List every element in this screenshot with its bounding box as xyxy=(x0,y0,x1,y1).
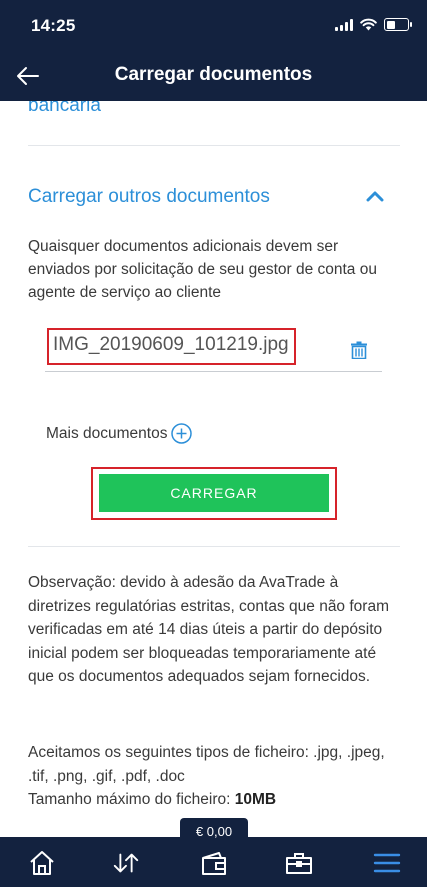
accordion-description: Quaisquer documentos adicionais devem se… xyxy=(28,238,377,301)
tab-home[interactable] xyxy=(27,849,57,877)
wifi-icon xyxy=(360,18,377,31)
balance-pill[interactable]: € 0,00 xyxy=(180,818,248,844)
home-icon xyxy=(30,851,54,875)
tab-portfolio[interactable] xyxy=(284,849,314,877)
status-time: 14:25 xyxy=(31,16,76,35)
app-header: Carregar documentos xyxy=(0,52,427,101)
status-bar: 14:25 xyxy=(0,0,427,52)
previous-section-title[interactable]: bancária xyxy=(28,101,101,117)
page-title: Carregar documentos xyxy=(114,64,313,85)
wallet-icon xyxy=(202,852,226,875)
more-documents-label: Mais documentos xyxy=(46,424,168,442)
battery-icon xyxy=(384,18,412,31)
tab-wallet[interactable] xyxy=(199,849,229,877)
briefcase-icon xyxy=(286,853,312,874)
accepted-types-text: Aceitamos os seguintes tipos de ficheiro… xyxy=(28,744,385,785)
divider xyxy=(28,145,400,146)
plus-circle-icon[interactable] xyxy=(171,423,193,444)
tab-trade[interactable] xyxy=(111,849,141,877)
transfer-arrows-icon xyxy=(113,853,139,873)
upload-button[interactable]: CARREGAR xyxy=(99,474,329,512)
regulatory-note: Observação: devido à adesão da AvaTrade … xyxy=(28,574,389,685)
trash-icon[interactable] xyxy=(351,341,367,359)
upload-highlight: CARREGAR xyxy=(91,467,337,520)
accepted-file-types: Aceitamos os seguintes tipos de ficheiro… xyxy=(28,741,400,812)
divider xyxy=(28,546,400,547)
uploaded-file-row: IMG_20190609_101219.jpg xyxy=(45,328,382,372)
accordion-title[interactable]: Carregar outros documentos xyxy=(28,186,270,208)
max-size-label: Tamanho máximo do ficheiro: xyxy=(28,791,231,808)
chevron-up-icon[interactable] xyxy=(365,189,385,203)
status-icons xyxy=(335,18,412,31)
max-size-value: 10MB xyxy=(234,791,277,808)
content-area[interactable]: bancária Carregar outros documentos Quai… xyxy=(0,101,427,837)
top-bar: 14:25 Carregar documentos xyxy=(0,0,427,101)
file-name: IMG_20190609_101219.jpg xyxy=(47,328,296,365)
max-file-size: Tamanho máximo do ficheiro: 10MB xyxy=(28,788,400,812)
more-documents-button[interactable]: Mais documentos xyxy=(46,423,193,444)
tab-menu[interactable] xyxy=(372,849,402,877)
bottom-tab-bar xyxy=(0,837,427,887)
menu-icon xyxy=(373,853,401,873)
signal-icon xyxy=(335,18,353,31)
